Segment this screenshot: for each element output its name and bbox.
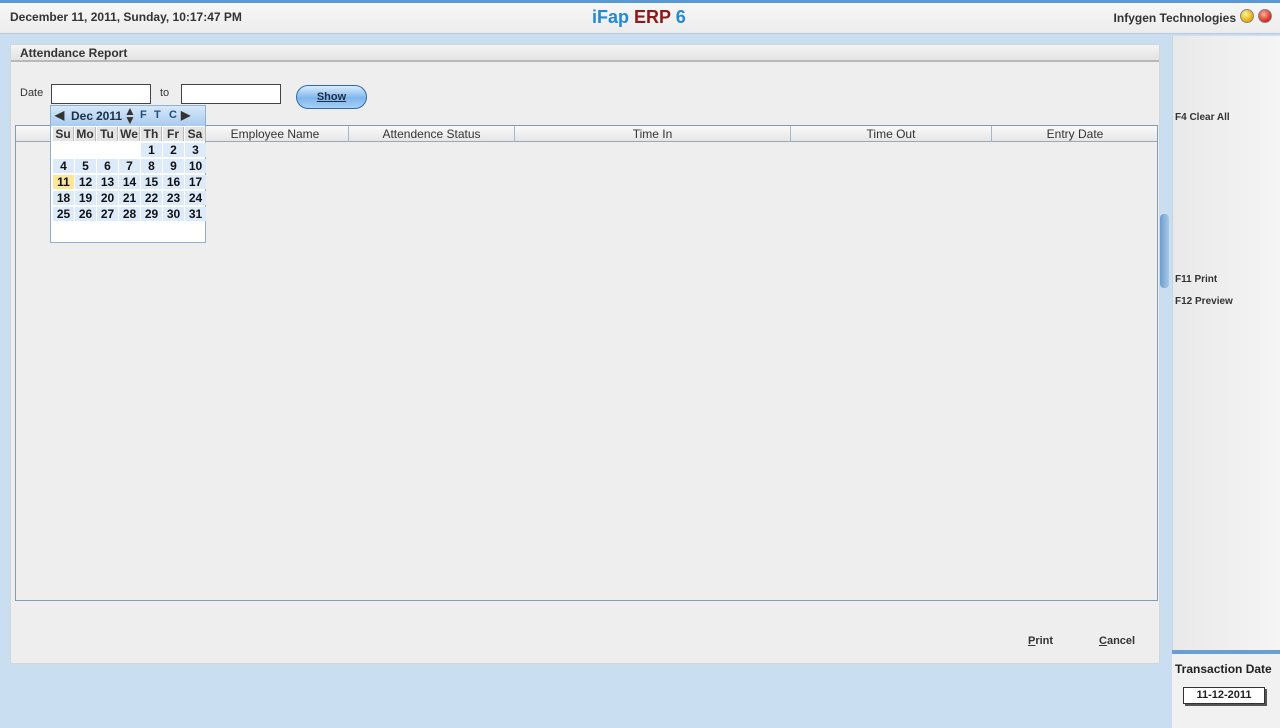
column-employee-name[interactable]: Employee Name (202, 126, 349, 142)
cancel-accel: C (1099, 635, 1107, 647)
day-header: Su (53, 127, 74, 141)
calendar-empty-cell (119, 143, 140, 157)
close-icon[interactable] (1258, 9, 1272, 23)
calendar-week: 25 26 27 28 29 30 31 (53, 207, 206, 223)
calendar-day[interactable]: 2 (163, 143, 184, 157)
calendar-day[interactable]: 7 (119, 159, 140, 173)
prev-month-icon[interactable]: ◀ (55, 108, 64, 122)
date-from-input[interactable] (51, 84, 151, 104)
calendar-day[interactable]: 16 (163, 175, 184, 189)
brand-erp: ERP (634, 7, 671, 27)
calendar-month[interactable]: Dec (71, 109, 93, 123)
shortcut-preview[interactable]: F12 Preview (1175, 296, 1233, 307)
calendar-day[interactable]: 21 (119, 191, 140, 205)
calendar-day[interactable]: 5 (75, 159, 96, 173)
day-header: Mo (75, 127, 96, 141)
calendar-day[interactable]: 1 (141, 143, 162, 157)
calendar-day[interactable]: 6 (97, 159, 118, 173)
calendar-day[interactable]: 15 (141, 175, 162, 189)
to-label: to (160, 87, 170, 99)
calendar-day[interactable]: 9 (163, 159, 184, 173)
calendar-day[interactable]: 28 (119, 207, 140, 221)
brand-version: 6 (670, 7, 686, 27)
calendar-day[interactable]: 10 (185, 159, 206, 173)
calendar-option-t[interactable]: T (154, 109, 161, 121)
show-button[interactable]: Show (296, 85, 367, 109)
cancel-label: ancel (1106, 635, 1136, 647)
calendar-week: 18 19 20 21 22 23 24 (53, 191, 206, 207)
column-time-out[interactable]: Time Out (791, 126, 992, 142)
calendar-day[interactable]: 27 (97, 207, 118, 221)
shortcut-print[interactable]: F11 Print (1175, 274, 1217, 285)
cancel-button[interactable]: Cancel (1099, 635, 1135, 647)
calendar-header: ◀ Dec 2011 ▲ ▼ F T C ▶ (51, 105, 205, 126)
calendar-day[interactable]: 3 (185, 143, 206, 157)
transaction-date-value: 11-12-2011 (1183, 687, 1265, 704)
calendar-day[interactable]: 8 (141, 159, 162, 173)
title-bar: December 11, 2011, Sunday, 10:17:47 PM i… (0, 0, 1280, 34)
day-header: We (119, 127, 140, 141)
calendar-year[interactable]: 2011 (96, 109, 122, 123)
panel-title: Attendance Report (11, 45, 1159, 62)
calendar-day[interactable]: 30 (163, 207, 184, 221)
next-month-icon[interactable]: ▶ (181, 108, 190, 122)
column-entry-date[interactable]: Entry Date (992, 126, 1158, 142)
calendar-day[interactable]: 24 (185, 191, 206, 205)
calendar-empty-cell (53, 143, 74, 157)
calendar-day[interactable]: 25 (53, 207, 74, 221)
shortcut-clear-all[interactable]: F4 Clear All (1175, 112, 1230, 123)
calendar-day[interactable]: 23 (163, 191, 184, 205)
date-label: Date (20, 87, 44, 99)
sidebar-collapse-handle[interactable] (1160, 214, 1169, 288)
calendar-week: 4 5 6 7 8 9 10 (53, 159, 206, 175)
brand-ifap: iFap (592, 7, 635, 27)
print-button[interactable]: Print (1028, 635, 1053, 647)
year-spinner-icon[interactable]: ▲ ▼ (124, 105, 136, 126)
day-of-week-row: Su Mo Tu We Th Fr Sa (53, 127, 206, 143)
day-header: Sa (185, 127, 206, 141)
calendar-day[interactable]: 17 (185, 175, 206, 189)
print-label: rint (1035, 635, 1054, 647)
company-name: Infygen Technologies (1113, 11, 1236, 25)
calendar-day[interactable]: 14 (119, 175, 140, 189)
column-time-in[interactable]: Time In (515, 126, 791, 142)
calendar-day[interactable]: 4 (53, 159, 74, 173)
day-header: Th (141, 127, 162, 141)
calendar-option-c[interactable]: C (169, 109, 177, 121)
app-brand: iFap ERP 6 (592, 7, 686, 28)
shortcut-sidebar: F4 Clear All F11 Print F12 Preview (1172, 36, 1280, 728)
transaction-date-label: Transaction Date (1175, 662, 1272, 676)
calendar-empty-cell (97, 143, 118, 157)
calendar-day[interactable]: 29 (141, 207, 162, 221)
transaction-date-panel: Transaction Date 11-12-2011 (1172, 650, 1280, 728)
calendar-day[interactable]: 22 (141, 191, 162, 205)
show-button-label: Show (316, 91, 347, 103)
column-attendence-status[interactable]: Attendence Status (349, 126, 515, 142)
calendar-empty-cell (75, 143, 96, 157)
calendar-day[interactable]: 31 (185, 207, 206, 221)
minimize-icon[interactable] (1240, 9, 1254, 23)
calendar-day[interactable]: 12 (75, 175, 96, 189)
calendar-day[interactable]: 26 (75, 207, 96, 221)
calendar-day[interactable]: 19 (75, 191, 96, 205)
date-picker-popup: ◀ Dec 2011 ▲ ▼ F T C ▶ Su Mo Tu We Th Fr Sa 123… (50, 105, 206, 243)
calendar-option-f[interactable]: F (140, 109, 147, 121)
current-datetime: December 11, 2011, Sunday, 10:17:47 PM (10, 10, 242, 24)
calendar-day[interactable]: 20 (97, 191, 118, 205)
day-header: Tu (97, 127, 118, 141)
calendar-day[interactable]: 11 (53, 175, 74, 189)
calendar-week: 11 12 13 14 15 16 17 (53, 175, 206, 191)
date-to-input[interactable] (181, 84, 281, 104)
calendar-week: 123 (53, 143, 206, 159)
calendar-day[interactable]: 18 (53, 191, 74, 205)
calendar-day[interactable]: 13 (97, 175, 118, 189)
day-header: Fr (163, 127, 184, 141)
